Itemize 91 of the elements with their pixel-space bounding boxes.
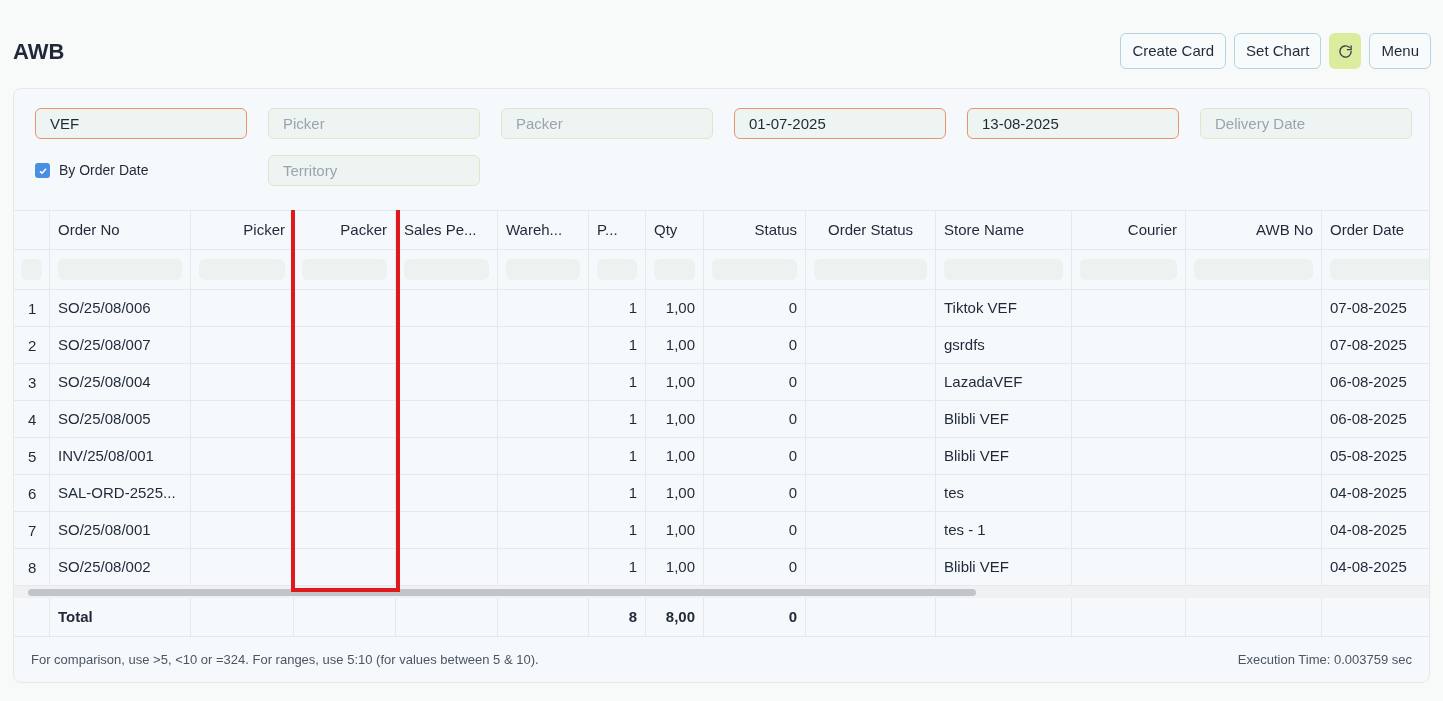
total-cell-text: 8: [628, 606, 637, 627]
table-cell-text: 1: [628, 371, 637, 392]
table-cell-text: gsrdfs: [944, 334, 985, 355]
row-number: 4: [28, 409, 37, 430]
row-number: 5: [28, 446, 37, 467]
column-header[interactable]: Sales Pe...: [404, 218, 477, 242]
table-cell-text: tes: [944, 482, 964, 503]
column-header[interactable]: Order Date: [1330, 218, 1405, 242]
filter-field[interactable]: Picker: [268, 108, 480, 139]
checkbox-label: By Order Date: [59, 161, 149, 180]
row-number: 2: [28, 335, 37, 356]
table-cell-text: 1: [628, 334, 637, 355]
column-header[interactable]: Order Status: [827, 218, 913, 242]
table-cell-text: 0: [788, 297, 797, 318]
total-cell-text: 0: [788, 606, 797, 627]
table-cell-text: SO/25/08/005: [58, 408, 151, 429]
table-cell-text: LazadaVEF: [944, 371, 1023, 392]
table-cell-text: 1: [628, 297, 637, 318]
page-title: AWB: [13, 37, 65, 66]
table-cell-text: 07-08-2025: [1330, 297, 1407, 318]
table-cell-text: SO/25/08/006: [58, 297, 151, 318]
table-cell-text: 0: [788, 519, 797, 540]
table-cell-text: 0: [788, 556, 797, 577]
filter-field[interactable]: Packer: [501, 108, 713, 139]
column-header[interactable]: Qty: [654, 218, 678, 242]
row-number: 7: [28, 520, 37, 541]
table-cell-text: 1,00: [665, 334, 695, 355]
table-cell-text: 1: [628, 519, 637, 540]
table-cell-text: SO/25/08/002: [58, 556, 151, 577]
table-cell-text: 0: [788, 334, 797, 355]
table-cell-text: tes - 1: [944, 519, 986, 540]
filter-field[interactable]: 01-07-2025: [734, 108, 946, 139]
column-header[interactable]: Picker: [243, 218, 285, 242]
column-header[interactable]: Packer: [340, 218, 387, 242]
table-cell-text: 1: [628, 408, 637, 429]
table-cell-text: 1,00: [665, 519, 695, 540]
table-cell-text: 1,00: [665, 408, 695, 429]
table-cell-text: 1: [628, 445, 637, 466]
table-cell-text: 04-08-2025: [1330, 482, 1407, 503]
table-cell-text: 05-08-2025: [1330, 445, 1407, 466]
table-cell-text: 0: [788, 408, 797, 429]
column-header[interactable]: Courier: [1127, 218, 1177, 242]
table-cell-text: 04-08-2025: [1330, 556, 1407, 577]
table-cell-text: 1,00: [665, 371, 695, 392]
table-cell-text: Blibli VEF: [944, 556, 1010, 577]
action-button[interactable]: Menu: [1369, 33, 1431, 69]
execution-time: Execution Time: 0.003759 sec: [1237, 650, 1412, 669]
table-cell-text: 0: [788, 445, 797, 466]
table-cell-text: SO/25/08/007: [58, 334, 151, 355]
table-cell-text: 04-08-2025: [1330, 519, 1407, 540]
row-number: 1: [28, 298, 37, 319]
row-number: 6: [28, 483, 37, 504]
refresh-icon: [1337, 43, 1353, 59]
column-header[interactable]: Order No: [58, 218, 120, 242]
total-cell-text: Total: [58, 606, 93, 627]
table-cell-text: 1,00: [665, 445, 695, 466]
table-cell-text: SAL-ORD-2525...: [58, 482, 176, 503]
column-header[interactable]: Status: [754, 218, 797, 242]
column-header[interactable]: Store Name: [944, 218, 1025, 242]
table-cell-text: Tiktok VEF: [944, 297, 1017, 318]
column-header[interactable]: AWB No: [1256, 218, 1313, 242]
filter-field[interactable]: Territory: [268, 155, 480, 186]
filter-field[interactable]: VEF: [35, 108, 247, 139]
table-cell-text: 06-08-2025: [1330, 408, 1407, 429]
table-cell-text: 1,00: [665, 482, 695, 503]
table-cell-text: SO/25/08/004: [58, 371, 151, 392]
column-header[interactable]: Wareh...: [506, 218, 563, 242]
table-cell-text: 1: [628, 556, 637, 577]
table-cell-text: Blibli VEF: [944, 445, 1010, 466]
table-cell-text: INV/25/08/001: [58, 445, 154, 466]
check-icon: [37, 165, 48, 176]
column-header[interactable]: P...: [597, 218, 618, 242]
action-button[interactable]: Create Card: [1120, 33, 1227, 69]
table-cell-text: SO/25/08/001: [58, 519, 151, 540]
refresh-button[interactable]: [1329, 33, 1362, 69]
filter-field[interactable]: Delivery Date: [1200, 108, 1412, 139]
table-cell-text: 1: [628, 482, 637, 503]
table-cell-text: Blibli VEF: [944, 408, 1010, 429]
row-number: 8: [28, 557, 37, 578]
table-cell-text: 06-08-2025: [1330, 371, 1407, 392]
table-cell-text: 1,00: [665, 297, 695, 318]
row-number: 3: [28, 372, 37, 393]
total-cell-text: 8,00: [665, 606, 695, 627]
table-cell-text: 07-08-2025: [1330, 334, 1407, 355]
hint-text: For comparison, use >5, <10 or =324. For ranges, use 5:10 (for values between 5 & 10).: [31, 650, 539, 669]
table-cell-text: 0: [788, 482, 797, 503]
filter-field[interactable]: 13-08-2025: [967, 108, 1179, 139]
table-cell-text: 1,00: [665, 556, 695, 577]
action-button[interactable]: Set Chart: [1234, 33, 1322, 69]
table-cell-text: 0: [788, 371, 797, 392]
checkbox[interactable]: [35, 163, 50, 178]
